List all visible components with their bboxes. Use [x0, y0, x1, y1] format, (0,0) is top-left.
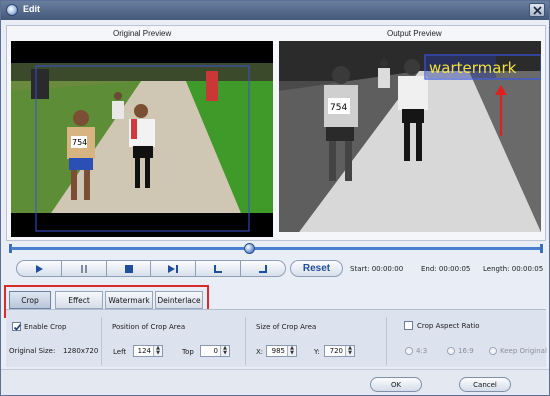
mark-start-icon	[214, 264, 223, 273]
separator-1	[101, 317, 102, 365]
ok-button[interactable]: OK	[370, 377, 422, 392]
x-label: X:	[256, 348, 264, 356]
play-icon	[35, 264, 43, 273]
timeline-thumb[interactable]	[244, 243, 255, 254]
output-preview-label: Output Preview	[387, 29, 442, 38]
start-time-label: Start:	[350, 265, 370, 273]
slider-end-cap	[540, 244, 543, 253]
timeline-track[interactable]	[11, 247, 541, 250]
stop-icon	[124, 264, 133, 273]
crop-size-title: Size of Crop Area	[256, 323, 317, 331]
end-time: End: 00:00:05	[421, 265, 470, 273]
left-label: Left	[113, 348, 127, 356]
cancel-button[interactable]: Cancel	[459, 377, 511, 392]
radio-keep-original-label: Keep Original	[500, 347, 547, 355]
aspect-ratio-checkbox[interactable]	[404, 321, 413, 330]
stop-button[interactable]	[106, 260, 152, 277]
radio-4-3-label: 4:3	[416, 347, 428, 355]
enable-crop-label: Enable Crop	[24, 323, 67, 331]
start-time: Start: 00:00:00	[350, 265, 403, 273]
left-stepper[interactable]: 124 ▲ ▼	[133, 345, 163, 357]
output-video-image: 754 wartermark	[279, 41, 541, 232]
radio-16-9-label: 16:9	[458, 347, 474, 355]
radio-16-9[interactable]	[447, 347, 455, 355]
mark-end-icon	[259, 264, 268, 273]
crop-position-title: Position of Crop Area	[112, 323, 186, 331]
down-arrow-icon[interactable]: ▼	[346, 351, 354, 356]
enable-crop-checkbox[interactable]	[12, 322, 22, 331]
pause-button[interactable]	[61, 260, 107, 277]
y-stepper[interactable]: 720 ▲ ▼	[324, 345, 355, 357]
length-time-label: Length:	[483, 265, 510, 273]
left-stepper-arrows[interactable]: ▲ ▼	[153, 346, 162, 356]
app-icon	[6, 4, 18, 16]
top-stepper[interactable]: 0 ▲ ▼	[200, 345, 230, 357]
radio-4-3[interactable]	[405, 347, 413, 355]
checkmark-icon	[13, 324, 22, 331]
start-time-value: 00:00:00	[371, 265, 404, 273]
end-time-label: End:	[421, 265, 437, 273]
output-bib-number: 754	[330, 103, 347, 113]
crop-settings-panel	[6, 310, 546, 367]
play-button[interactable]	[16, 260, 62, 277]
end-time-value: 00:00:05	[438, 265, 471, 273]
separator-3	[386, 317, 387, 365]
edit-dialog: Edit Original Preview Output Preview 754	[0, 0, 550, 396]
original-preview-label: Original Preview	[113, 29, 172, 38]
original-video-image: 754	[11, 63, 273, 237]
mark-end-button[interactable]	[241, 260, 286, 277]
original-size-value: 1280x720	[63, 347, 99, 355]
left-value[interactable]: 124	[134, 346, 153, 356]
original-bib-number: 754	[72, 138, 87, 147]
tab-crop[interactable]: Crop	[9, 291, 51, 309]
next-frame-icon	[168, 264, 179, 273]
x-stepper-arrows[interactable]: ▲ ▼	[287, 346, 296, 356]
down-arrow-icon[interactable]: ▼	[288, 351, 296, 356]
watermark-text[interactable]: wartermark	[429, 59, 517, 77]
separator-2	[245, 317, 246, 365]
y-label: Y:	[314, 348, 320, 356]
aspect-ratio-label: Crop Aspect Ratio	[417, 322, 480, 330]
original-size-label: Original Size:	[9, 347, 56, 355]
tab-effect[interactable]: Effect	[55, 291, 103, 309]
length-time: Length: 00:00:05	[483, 265, 543, 273]
next-frame-button[interactable]	[151, 260, 197, 277]
transport-controls	[16, 260, 286, 277]
pause-icon	[80, 264, 87, 273]
x-value[interactable]: 985	[267, 346, 287, 356]
radio-keep-original[interactable]	[489, 347, 497, 355]
y-value[interactable]: 720	[325, 346, 345, 356]
window-title: Edit	[23, 4, 40, 14]
original-preview-frame: 754	[11, 41, 273, 237]
length-time-value: 00:00:05	[511, 265, 544, 273]
top-label: Top	[182, 348, 194, 356]
x-stepper[interactable]: 985 ▲ ▼	[266, 345, 297, 357]
tab-watermark[interactable]: Watermark	[105, 291, 153, 309]
top-value[interactable]: 0	[201, 346, 220, 356]
down-arrow-icon[interactable]: ▼	[154, 351, 162, 356]
top-stepper-arrows[interactable]: ▲ ▼	[220, 346, 229, 356]
tab-deinterlace[interactable]: Deinterlace	[155, 291, 203, 309]
output-preview-frame: 754 wartermark	[279, 41, 541, 232]
close-icon	[533, 6, 542, 15]
down-arrow-icon[interactable]: ▼	[221, 351, 229, 356]
reset-button[interactable]: Reset	[290, 260, 343, 277]
title-bar[interactable]: Edit	[1, 1, 549, 20]
y-stepper-arrows[interactable]: ▲ ▼	[345, 346, 354, 356]
close-button[interactable]	[529, 3, 545, 17]
mark-start-button[interactable]	[196, 260, 242, 277]
